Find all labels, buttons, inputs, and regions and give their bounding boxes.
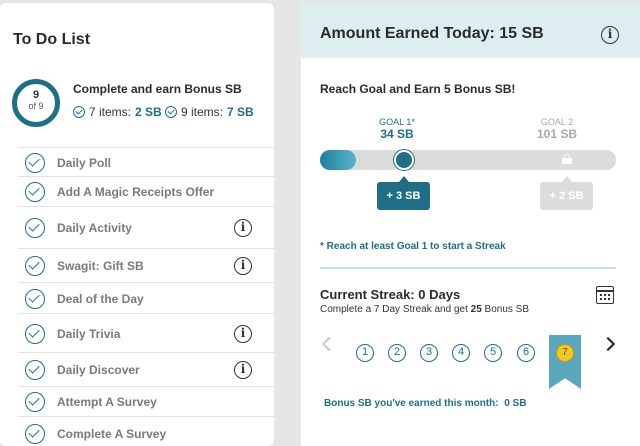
- check-circle-icon: [25, 392, 45, 412]
- chevron-left-icon[interactable]: [321, 336, 337, 352]
- task-row[interactable]: Attempt A Survey: [18, 386, 274, 416]
- streak-day: 4: [452, 344, 470, 362]
- task-label: Deal of the Day: [57, 291, 144, 306]
- goal-2-marker: GOAL 2 101 SB: [527, 117, 587, 141]
- earnings-panel: Amount Earned Today: 15 SB i Reach Goal …: [301, 3, 640, 446]
- check-circle-icon: [25, 288, 45, 309]
- task-row[interactable]: Daily Trivia i: [18, 313, 274, 352]
- task-label: Swagit: Gift SB: [57, 259, 144, 273]
- goal-progress-fill: [320, 150, 356, 170]
- streak-day: 5: [484, 344, 502, 362]
- lock-icon: [562, 154, 572, 164]
- goal-2-value: 101 SB: [536, 127, 578, 141]
- task-row[interactable]: Daily Poll: [18, 147, 274, 176]
- info-icon[interactable]: i: [234, 324, 252, 343]
- goal-2-bonus-badge: + 2 SB: [540, 176, 593, 210]
- check-circle-icon: [25, 218, 45, 238]
- streak-day: 2: [388, 344, 406, 362]
- streak-subtitle-post: Bonus SB: [481, 304, 530, 315]
- section-divider: [320, 267, 616, 269]
- check-circle-icon: [25, 360, 45, 380]
- check-circle-icon: [25, 152, 45, 173]
- tier-1-value: 2 SB: [135, 105, 162, 119]
- goal-1-bonus-badge: + 3 SB: [377, 176, 430, 210]
- complete-bonus-title: Complete and earn Bonus SB: [73, 82, 242, 96]
- task-row[interactable]: Daily Activity i: [18, 206, 274, 248]
- task-label: Daily Poll: [57, 155, 112, 170]
- check-circle-icon: [165, 106, 177, 118]
- task-label: Daily Trivia: [57, 326, 121, 341]
- streak-subtitle-pre: Complete a 7 Day Streak and get: [320, 304, 471, 315]
- streak-day: 1: [356, 344, 374, 362]
- goal-heading: Reach Goal and Earn 5 Bonus SB!: [320, 82, 516, 96]
- todo-progress-ring: 9 of 9: [12, 79, 60, 127]
- goal-1-label: GOAL 1*: [379, 117, 415, 127]
- streak-subtitle: Complete a 7 Day Streak and get 25 Bonus…: [320, 304, 529, 315]
- task-label: Attempt A Survey: [57, 395, 157, 409]
- check-circle-icon: [25, 256, 45, 276]
- info-icon[interactable]: i: [234, 257, 252, 275]
- check-circle-icon: [25, 423, 45, 444]
- check-circle-icon: [25, 323, 45, 344]
- goal-2-label: GOAL 2: [540, 117, 574, 127]
- task-row[interactable]: Add A Magic Receipts Offer: [18, 176, 274, 206]
- task-row[interactable]: Complete A Survey: [18, 416, 274, 446]
- month-bonus: Bonus SB you've earned this month: 0 SB: [324, 398, 526, 409]
- tier-1: 7 items: 2 SB: [73, 105, 162, 119]
- task-label: Add A Magic Receipts Offer: [57, 185, 215, 199]
- streak-day-7: 7: [556, 344, 574, 362]
- task-row[interactable]: Daily Discover i: [18, 352, 274, 386]
- todo-panel: To Do List 9 of 9 Complete and earn Bonu…: [0, 3, 274, 446]
- streak-title: Current Streak: 0 Days: [320, 287, 461, 302]
- check-circle-icon: [25, 182, 45, 202]
- chevron-right-icon[interactable]: [600, 336, 616, 352]
- task-label: Daily Activity: [57, 221, 132, 235]
- info-icon[interactable]: i: [234, 219, 252, 237]
- streak-day: 3: [420, 344, 438, 362]
- todo-progress-count: 9: [32, 89, 40, 101]
- task-row[interactable]: Swagit: Gift SB i: [18, 248, 274, 282]
- tier-2: 9 items: 7 SB: [165, 105, 254, 119]
- streak-subtitle-bonus: 25: [470, 304, 482, 315]
- todo-progress-total: of 9: [28, 101, 44, 111]
- month-bonus-value: 0 SB: [504, 398, 527, 409]
- goal-1-value: 34 SB: [380, 127, 414, 141]
- task-label: Complete A Survey: [57, 426, 167, 441]
- info-icon[interactable]: i: [234, 361, 252, 379]
- earnings-header: Amount Earned Today: 15 SB i: [301, 3, 640, 58]
- calendar-icon[interactable]: [596, 286, 614, 304]
- goal-1-knob: [394, 150, 414, 170]
- amount-earned-title: Amount Earned Today: 15 SB: [320, 25, 544, 42]
- info-icon[interactable]: i: [601, 26, 619, 44]
- tier-1-text: 7 items:: [89, 105, 132, 119]
- app-root: To Do List 9 of 9 Complete and earn Bonu…: [0, 0, 640, 446]
- streak-note: * Reach at least Goal 1 to start a Strea…: [320, 241, 506, 252]
- tier-2-text: 9 items:: [181, 105, 224, 119]
- check-circle-icon: [73, 106, 85, 118]
- tier-2-value: 7 SB: [227, 105, 254, 119]
- goal-1-marker: GOAL 1* 34 SB: [367, 117, 427, 141]
- streak-day: 6: [517, 344, 535, 362]
- task-label: Daily Discover: [57, 363, 140, 377]
- month-bonus-label: Bonus SB you've earned this month:: [324, 398, 499, 409]
- task-row[interactable]: Deal of the Day: [18, 282, 274, 313]
- todo-title: To Do List: [13, 31, 91, 48]
